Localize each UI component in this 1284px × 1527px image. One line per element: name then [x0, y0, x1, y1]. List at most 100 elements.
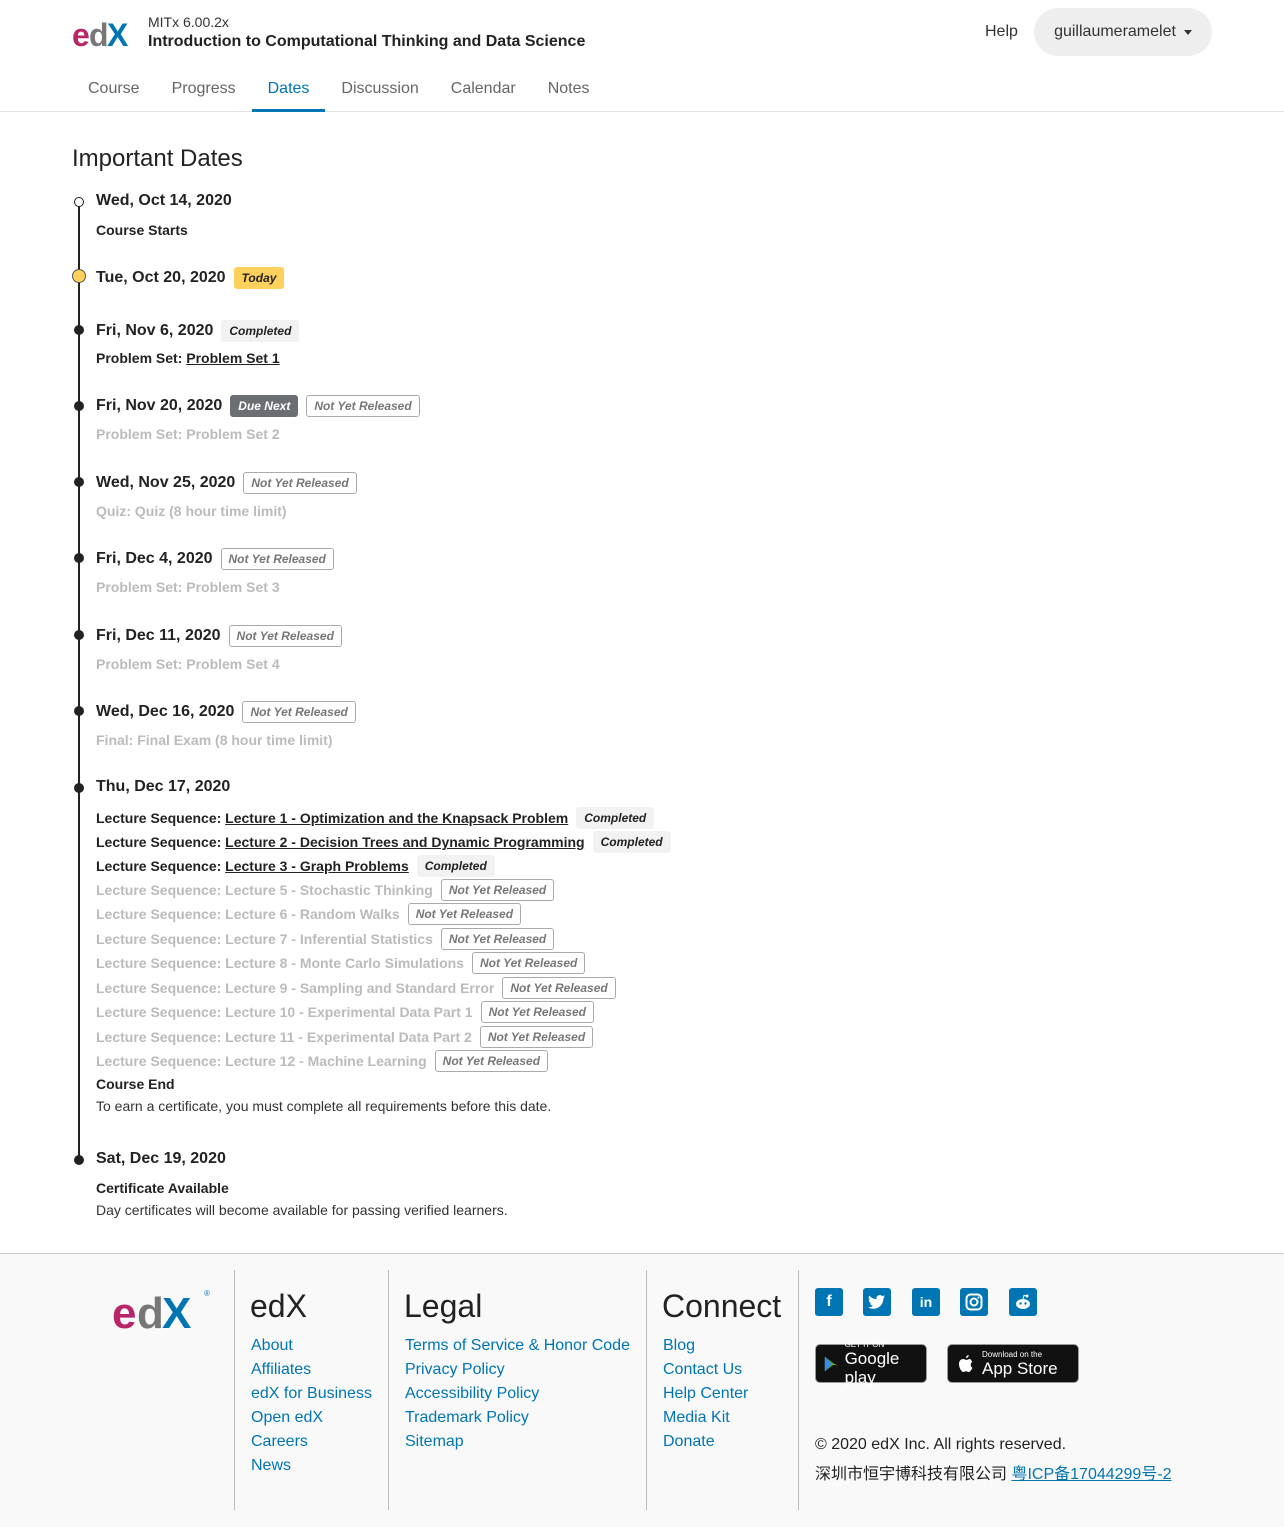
site-header: e d X MITx 6.00.2x Introduction to Compu… — [0, 0, 1284, 112]
svg-text:X: X — [162, 1289, 191, 1334]
tab-progress[interactable]: Progress — [156, 68, 252, 112]
not-yet-released-badge: Not Yet Released — [434, 1050, 549, 1072]
svg-text:X: X — [107, 17, 129, 52]
tab-dates[interactable]: Dates — [251, 68, 326, 112]
google-play-icon — [824, 1356, 838, 1371]
timeline-dot — [74, 783, 84, 793]
course-tabs: Course Progress Dates Discussion Calenda… — [72, 68, 606, 112]
lecture-item: Lecture Sequence: Lecture 6 - Random Wal… — [96, 903, 522, 925]
not-yet-released-badge: Not Yet Released — [220, 548, 334, 570]
google-play-button[interactable]: GET IT ON Google play — [815, 1340, 927, 1387]
footer-link-trademark[interactable]: Trademark Policy — [405, 1409, 529, 1427]
not-yet-released-badge: Not Yet Released — [228, 625, 342, 647]
timeline-item: Course Starts — [96, 222, 188, 238]
lecture-1-link[interactable]: Lecture 1 - Optimization and the Knapsac… — [225, 810, 568, 826]
linkedin-icon[interactable]: in — [912, 1288, 940, 1316]
timeline-item: Problem Set: Problem Set 2 — [96, 426, 280, 442]
footer-link-accessibility[interactable]: Accessibility Policy — [405, 1385, 539, 1403]
completed-badge: Completed — [416, 855, 495, 877]
lecture-item: Lecture Sequence: Lecture 9 - Sampling a… — [96, 977, 616, 999]
instagram-icon[interactable] — [960, 1288, 988, 1316]
footer-link-media-kit[interactable]: Media Kit — [663, 1409, 730, 1427]
footer-divider — [234, 1270, 235, 1510]
edx-logo[interactable]: e d X — [72, 16, 136, 53]
footer-link-about[interactable]: About — [251, 1337, 293, 1355]
timeline-dot — [74, 477, 84, 487]
course-end-title: Course End — [96, 1076, 175, 1092]
edx-footer-logo[interactable]: e d X ® — [112, 1286, 212, 1338]
footer-link-contact[interactable]: Contact Us — [663, 1361, 742, 1379]
tab-notes[interactable]: Notes — [532, 68, 606, 112]
due-next-badge: Due Next — [230, 395, 299, 417]
svg-text:e: e — [112, 1289, 136, 1334]
completed-badge: Completed — [576, 807, 655, 829]
not-yet-released-badge: Not Yet Released — [243, 472, 357, 494]
svg-text:d: d — [89, 17, 109, 52]
timeline-date: Fri, Nov 6, 2020 Completed — [96, 320, 300, 342]
reddit-icon[interactable] — [1009, 1288, 1037, 1316]
footer-link-privacy[interactable]: Privacy Policy — [405, 1361, 505, 1379]
timeline-dot — [74, 197, 84, 207]
footer-divider — [388, 1270, 389, 1510]
footer-link-donate[interactable]: Donate — [663, 1433, 715, 1451]
footer-link-open-edx[interactable]: Open edX — [251, 1409, 323, 1427]
apple-icon — [959, 1354, 973, 1372]
timeline-date: Fri, Dec 11, 2020 Not Yet Released — [96, 625, 342, 647]
lecture-item: Lecture Sequence: Lecture 8 - Monte Carl… — [96, 952, 586, 974]
not-yet-released-badge: Not Yet Released — [407, 903, 522, 925]
footer-link-careers[interactable]: Careers — [251, 1433, 308, 1451]
timeline-date: Fri, Nov 20, 2020 Due Next Not Yet Relea… — [96, 395, 420, 417]
tab-course[interactable]: Course — [72, 68, 156, 112]
user-menu-button[interactable]: guillaumeramelet — [1034, 8, 1212, 56]
svg-text:e: e — [72, 17, 90, 52]
timeline-date: Tue, Oct 20, 2020 Today — [96, 267, 285, 289]
timeline-item: Quiz: Quiz (8 hour time limit) — [96, 503, 287, 519]
icp-link[interactable]: 粤ICP备17044299号-2 — [1011, 1466, 1171, 1483]
footer-link-edx-for-business[interactable]: edX for Business — [251, 1385, 372, 1403]
footer-link-news[interactable]: News — [251, 1457, 291, 1475]
lecture-item: Lecture Sequence: Lecture 2 - Decision T… — [96, 831, 671, 853]
footer-link-blog[interactable]: Blog — [663, 1337, 695, 1355]
not-yet-released-badge: Not Yet Released — [440, 928, 555, 950]
not-yet-released-badge: Not Yet Released — [306, 395, 420, 417]
footer-link-terms[interactable]: Terms of Service & Honor Code — [405, 1337, 630, 1355]
lecture-item: Lecture Sequence: Lecture 7 - Inferentia… — [96, 928, 555, 950]
lecture-2-link[interactable]: Lecture 2 - Decision Trees and Dynamic P… — [225, 834, 584, 850]
timeline-dot — [74, 630, 84, 640]
twitter-icon[interactable] — [863, 1288, 891, 1316]
tab-discussion[interactable]: Discussion — [325, 68, 434, 112]
footer-edx-title: edX — [250, 1288, 307, 1324]
timeline-date: Sat, Dec 19, 2020 — [96, 1150, 226, 1167]
footer-link-affiliates[interactable]: Affiliates — [251, 1361, 311, 1379]
footer-link-sitemap[interactable]: Sitemap — [405, 1433, 464, 1451]
lecture-3-link[interactable]: Lecture 3 - Graph Problems — [225, 858, 409, 874]
course-title: Introduction to Computational Thinking a… — [148, 33, 586, 50]
timeline-date: Thu, Dec 17, 2020 — [96, 778, 231, 795]
course-end-description: To earn a certificate, you must complete… — [96, 1098, 552, 1114]
help-link[interactable]: Help — [985, 23, 1018, 41]
app-store-button[interactable]: Download on the App Store — [947, 1344, 1079, 1383]
footer-divider — [798, 1270, 799, 1510]
facebook-icon[interactable]: f — [815, 1288, 843, 1316]
timeline-item: Problem Set: Problem Set 4 — [96, 656, 280, 672]
problem-set-1-link[interactable]: Problem Set 1 — [186, 350, 279, 366]
timeline-item: Problem Set: Problem Set 1 — [96, 350, 280, 366]
not-yet-released-badge: Not Yet Released — [242, 701, 356, 723]
course-org: MITx 6.00.2x — [148, 14, 229, 30]
footer-link-help-center[interactable]: Help Center — [663, 1385, 748, 1403]
timeline-item: Problem Set: Problem Set 3 — [96, 579, 280, 595]
caret-down-icon — [1183, 29, 1192, 35]
timeline-date: Wed, Dec 16, 2020 Not Yet Released — [96, 701, 356, 723]
timeline-dot — [74, 706, 84, 716]
lecture-item: Lecture Sequence: Lecture 10 - Experimen… — [96, 1001, 594, 1023]
certificate-title: Certificate Available — [96, 1180, 229, 1196]
timeline-dot-today — [72, 269, 86, 283]
tab-calendar[interactable]: Calendar — [435, 68, 532, 112]
timeline-item: Final: Final Exam (8 hour time limit) — [96, 732, 333, 748]
lecture-item: Lecture Sequence: Lecture 11 - Experimen… — [96, 1026, 594, 1048]
certificate-description: Day certificates will become available f… — [96, 1202, 508, 1218]
timeline-date: Wed, Nov 25, 2020 Not Yet Released — [96, 472, 357, 494]
footer-legal-title: Legal — [404, 1288, 483, 1324]
footer-divider — [646, 1270, 647, 1510]
timeline-date: Wed, Oct 14, 2020 — [96, 192, 232, 209]
